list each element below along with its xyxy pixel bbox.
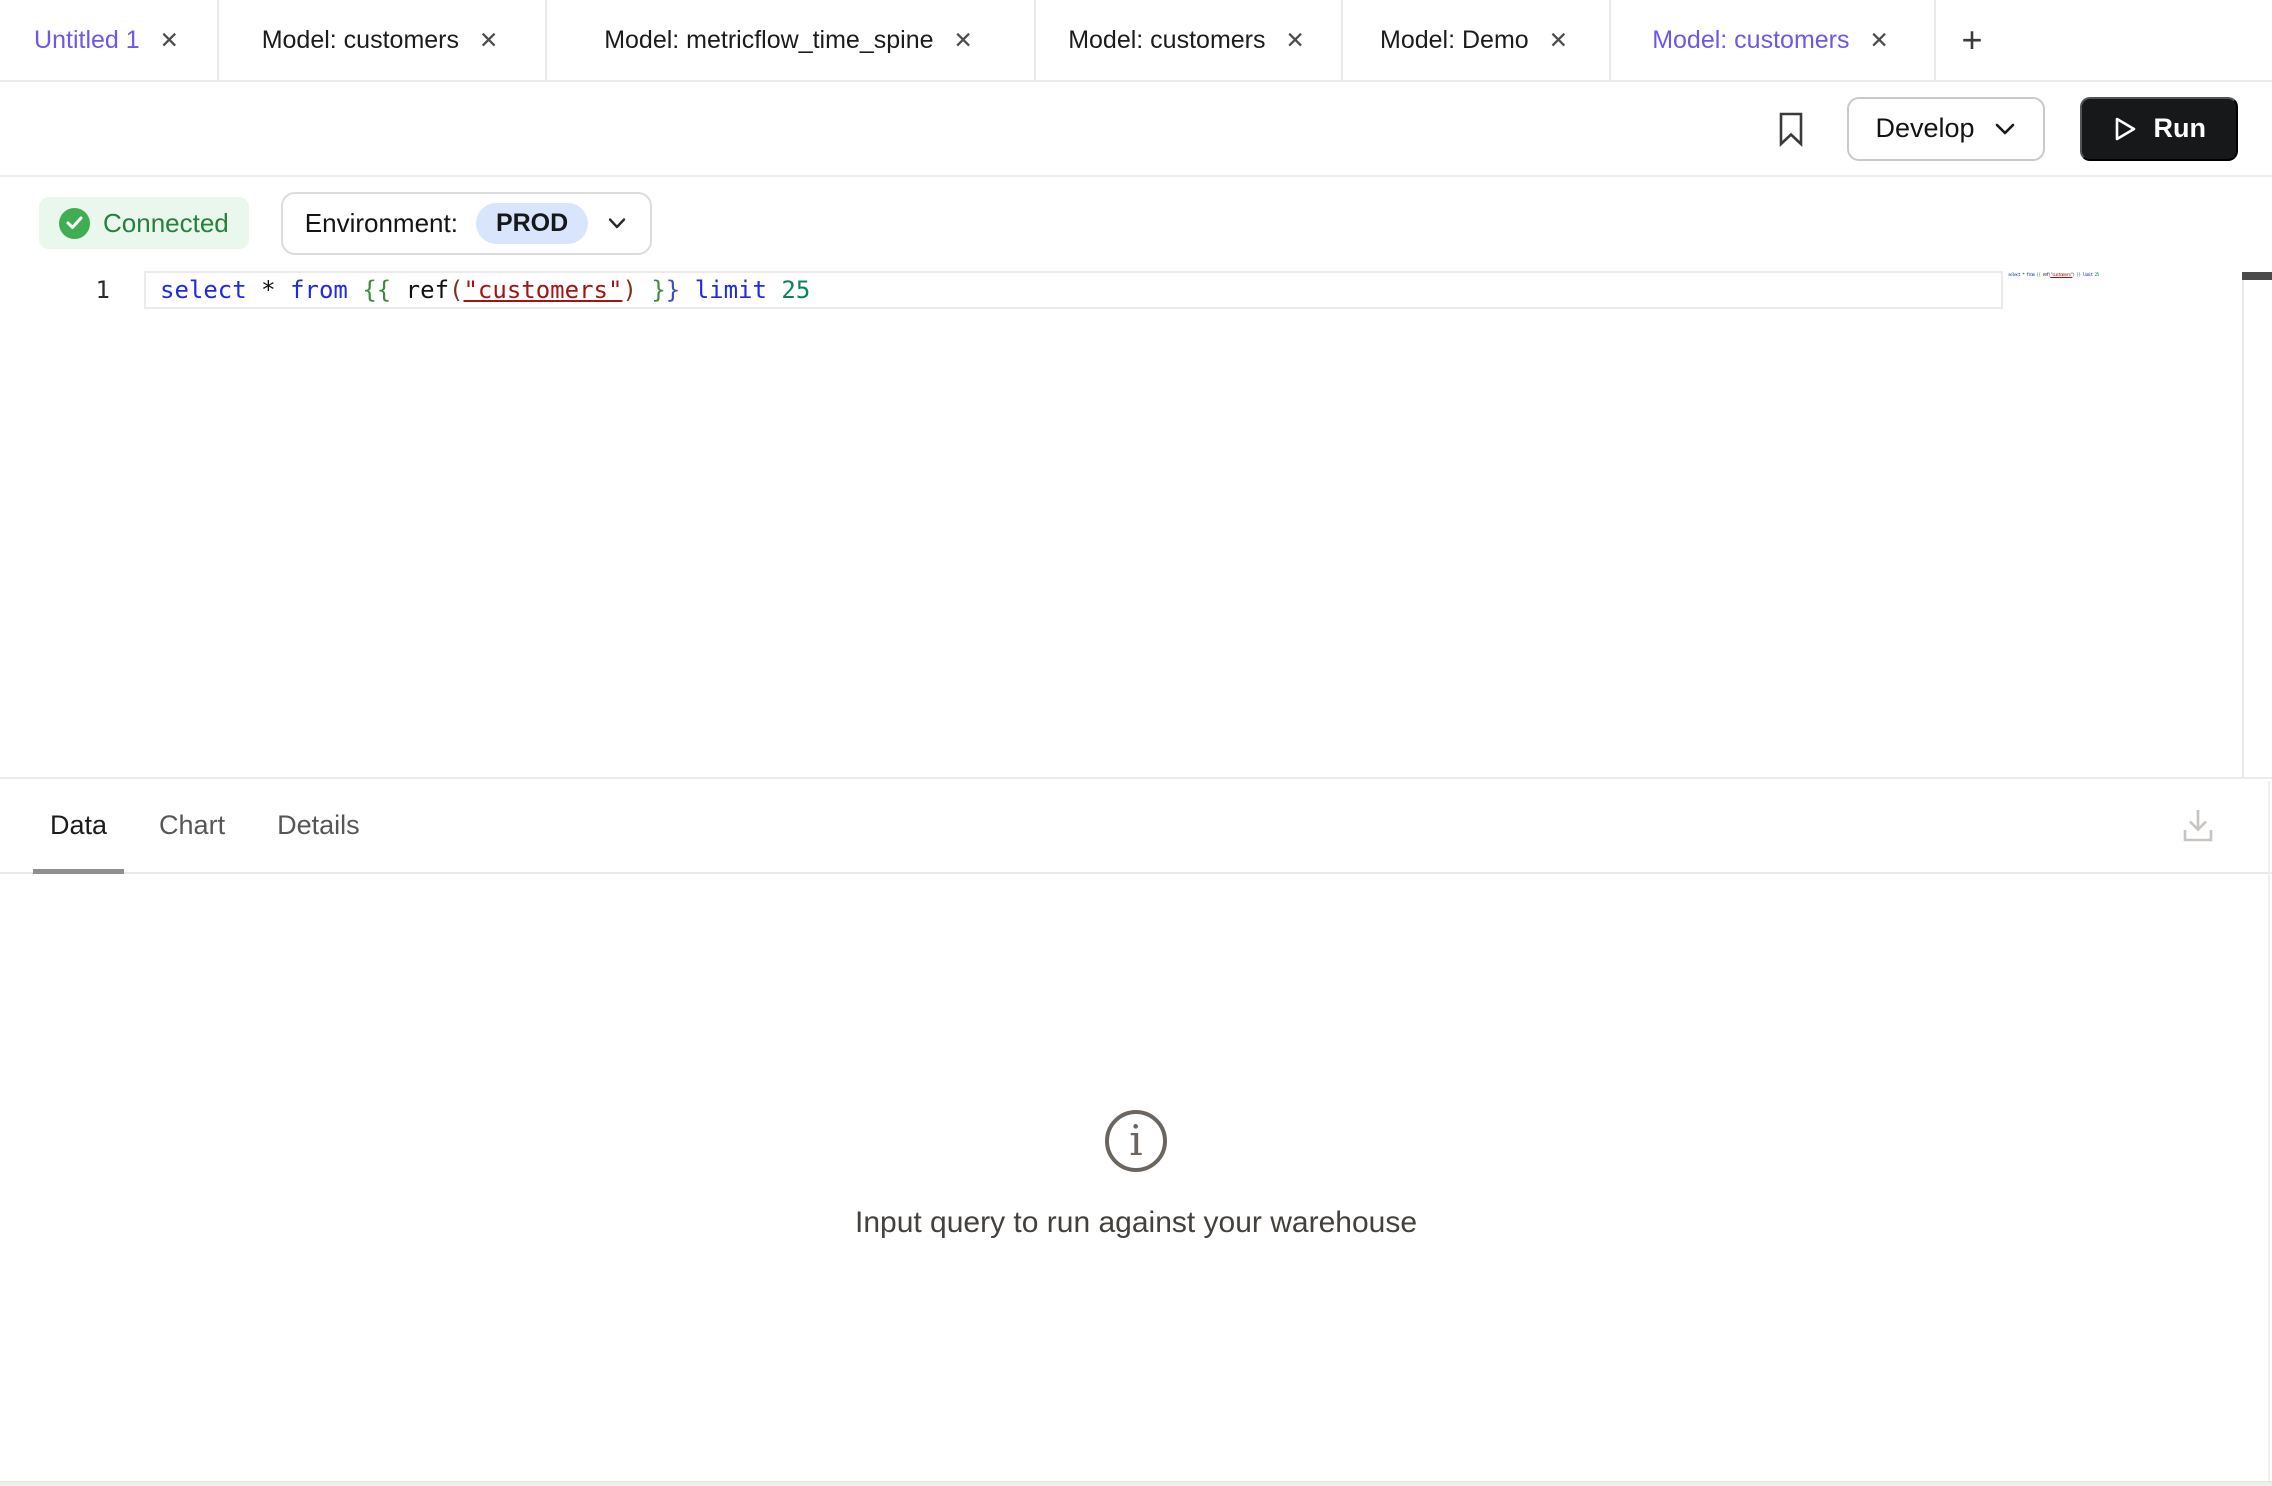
run-label: Run xyxy=(2154,113,2206,144)
code-line[interactable]: select * from {{ ref("customers") }} lim… xyxy=(160,271,810,309)
code-token: from xyxy=(2026,273,2034,278)
tab-close-icon[interactable]: ✕ xyxy=(1282,25,1309,56)
editor-tab[interactable]: Model: customers ✕ xyxy=(1036,0,1343,80)
editor-minimap[interactable]: select * from {{ ref("customers") }} lim… xyxy=(2008,272,2103,282)
results-tab-chart[interactable]: Chart xyxy=(142,779,242,872)
code-token: ref xyxy=(406,276,449,304)
code-token: 25 xyxy=(2095,273,2099,278)
environment-value-badge: PROD xyxy=(476,203,588,244)
tab-label: Model: metricflow_time_spine xyxy=(604,26,933,55)
ide-window: Untitled 1✕Model: customers✕Model: metri… xyxy=(0,0,2272,1486)
download-icon xyxy=(2179,805,2217,845)
editor-tab[interactable]: Model: metricflow_time_spine ✕ xyxy=(547,0,1036,80)
code-token: from xyxy=(290,276,348,304)
code-token: ( xyxy=(449,276,463,304)
editor-tab[interactable]: Model: Demo ✕ xyxy=(1343,0,1611,80)
tab-strip: Untitled 1✕Model: customers✕Model: metri… xyxy=(0,0,1936,80)
tab-close-icon[interactable]: ✕ xyxy=(950,25,977,56)
window-bottom-edge xyxy=(0,1481,2272,1486)
run-button[interactable]: Run xyxy=(2080,97,2238,161)
code-token xyxy=(767,276,781,304)
code-token xyxy=(247,276,261,304)
code-token: limit xyxy=(695,276,767,304)
code-token xyxy=(680,276,694,304)
info-icon: i xyxy=(1103,1108,1169,1174)
code-token: } xyxy=(651,276,665,304)
line-number: 1 xyxy=(70,271,110,309)
status-row: Connected Environment: PROD xyxy=(39,190,652,256)
results-empty-state: i Input query to run against your wareho… xyxy=(0,872,2272,1240)
code-token: limit xyxy=(2082,273,2092,278)
tab-label: Untitled 1 xyxy=(34,26,140,55)
connected-check-icon xyxy=(59,208,90,239)
develop-dropdown-button[interactable]: Develop xyxy=(1847,97,2044,161)
editor-scrollbar-thumb[interactable] xyxy=(2242,272,2272,280)
editor-tab[interactable]: Model: customers ✕ xyxy=(219,0,547,80)
code-token xyxy=(391,276,405,304)
chevron-down-icon xyxy=(1993,121,2017,137)
code-token: "customers" xyxy=(463,276,622,304)
chevron-down-icon xyxy=(606,216,628,231)
environment-selector[interactable]: Environment: PROD xyxy=(281,192,652,255)
code-token: { xyxy=(362,276,376,304)
tab-label: Model: customers xyxy=(1652,26,1849,55)
bookmark-button[interactable] xyxy=(1777,111,1805,147)
play-icon xyxy=(2112,115,2138,143)
tab-close-icon[interactable]: ✕ xyxy=(475,25,502,56)
plus-icon: + xyxy=(1961,19,1982,61)
connected-label: Connected xyxy=(103,208,229,239)
tab-close-icon[interactable]: ✕ xyxy=(156,25,183,56)
tab-close-icon[interactable]: ✕ xyxy=(1545,25,1572,56)
code-token: 25 xyxy=(781,276,810,304)
download-results-button[interactable] xyxy=(2178,801,2218,849)
editor-tab[interactable]: Untitled 1 ✕ xyxy=(0,0,219,80)
code-token: { xyxy=(377,276,391,304)
results-tab-strip: DataChartDetails xyxy=(33,779,377,872)
results-header: DataChartDetails xyxy=(0,779,2272,874)
editor-tab[interactable]: Model: customers ✕ xyxy=(1611,0,1936,80)
code-token: select xyxy=(2008,273,2020,278)
environment-label: Environment: xyxy=(305,208,458,239)
tab-label: Model: Demo xyxy=(1380,26,1529,55)
svg-text:i: i xyxy=(1129,1116,1142,1165)
editor-tab-bar: Untitled 1✕Model: customers✕Model: metri… xyxy=(0,0,2272,82)
editor-scrollbar-track xyxy=(2242,272,2244,777)
code-token xyxy=(276,276,290,304)
new-tab-button[interactable]: + xyxy=(1936,0,2008,80)
toolbar: Develop Run xyxy=(0,82,2272,177)
tab-label: Model: customers xyxy=(1068,26,1265,55)
sql-editor[interactable]: 1 select * from {{ ref("customers") }} l… xyxy=(0,271,2272,309)
code-token: * xyxy=(261,276,275,304)
code-token xyxy=(348,276,362,304)
tab-label: Model: customers xyxy=(262,26,459,55)
code-token: "customers" xyxy=(2050,273,2072,278)
tab-close-icon[interactable]: ✕ xyxy=(1866,25,1893,56)
develop-label: Develop xyxy=(1875,113,1974,144)
code-token: select xyxy=(160,276,247,304)
results-tab-data[interactable]: Data xyxy=(33,779,124,872)
results-tab-details[interactable]: Details xyxy=(260,779,377,872)
code-token: ) xyxy=(622,276,636,304)
bookmark-icon xyxy=(1777,111,1805,147)
empty-state-message: Input query to run against your warehous… xyxy=(855,1206,1417,1240)
code-token: } xyxy=(666,276,680,304)
code-token xyxy=(637,276,651,304)
connection-status-badge: Connected xyxy=(39,197,249,249)
